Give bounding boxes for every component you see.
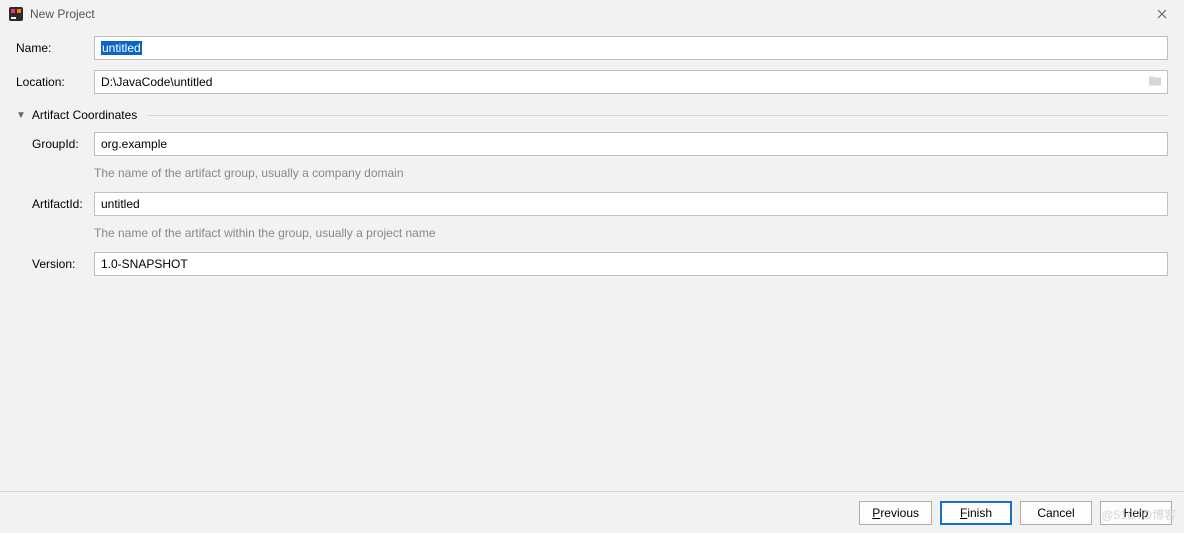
collapse-icon: ▼ — [16, 110, 26, 121]
location-input[interactable] — [94, 70, 1168, 94]
window-title: New Project — [30, 7, 95, 21]
finish-rest: inish — [967, 506, 992, 520]
artifactid-input[interactable] — [94, 192, 1168, 216]
name-label: Name: — [16, 41, 94, 55]
folder-icon[interactable] — [1148, 75, 1162, 90]
button-bar: Previous Finish Cancel Help — [0, 491, 1184, 533]
cancel-button[interactable]: Cancel — [1020, 501, 1092, 525]
close-icon[interactable] — [1148, 0, 1176, 28]
artifactid-label: ArtifactId: — [32, 197, 94, 211]
groupid-hint: The name of the artifact group, usually … — [94, 166, 1168, 180]
groupid-input[interactable] — [94, 132, 1168, 156]
artifact-coordinates-header[interactable]: ▼ Artifact Coordinates — [16, 108, 1168, 122]
groupid-label: GroupId: — [32, 137, 94, 151]
location-label: Location: — [16, 75, 94, 89]
dialog-content: Name: untitled Location: ▼ Artifact Coor… — [0, 28, 1184, 276]
version-input[interactable] — [94, 252, 1168, 276]
name-value-selected: untitled — [101, 41, 142, 55]
help-button[interactable]: Help — [1100, 501, 1172, 525]
finish-button[interactable]: Finish — [940, 501, 1012, 525]
name-input[interactable]: untitled — [94, 36, 1168, 60]
app-icon — [8, 6, 24, 22]
divider — [147, 115, 1168, 116]
version-label: Version: — [32, 257, 94, 271]
section-title: Artifact Coordinates — [32, 108, 137, 122]
titlebar: New Project — [0, 0, 1184, 28]
previous-rest: revious — [880, 506, 919, 520]
previous-button[interactable]: Previous — [859, 501, 932, 525]
artifactid-hint: The name of the artifact within the grou… — [94, 226, 1168, 240]
